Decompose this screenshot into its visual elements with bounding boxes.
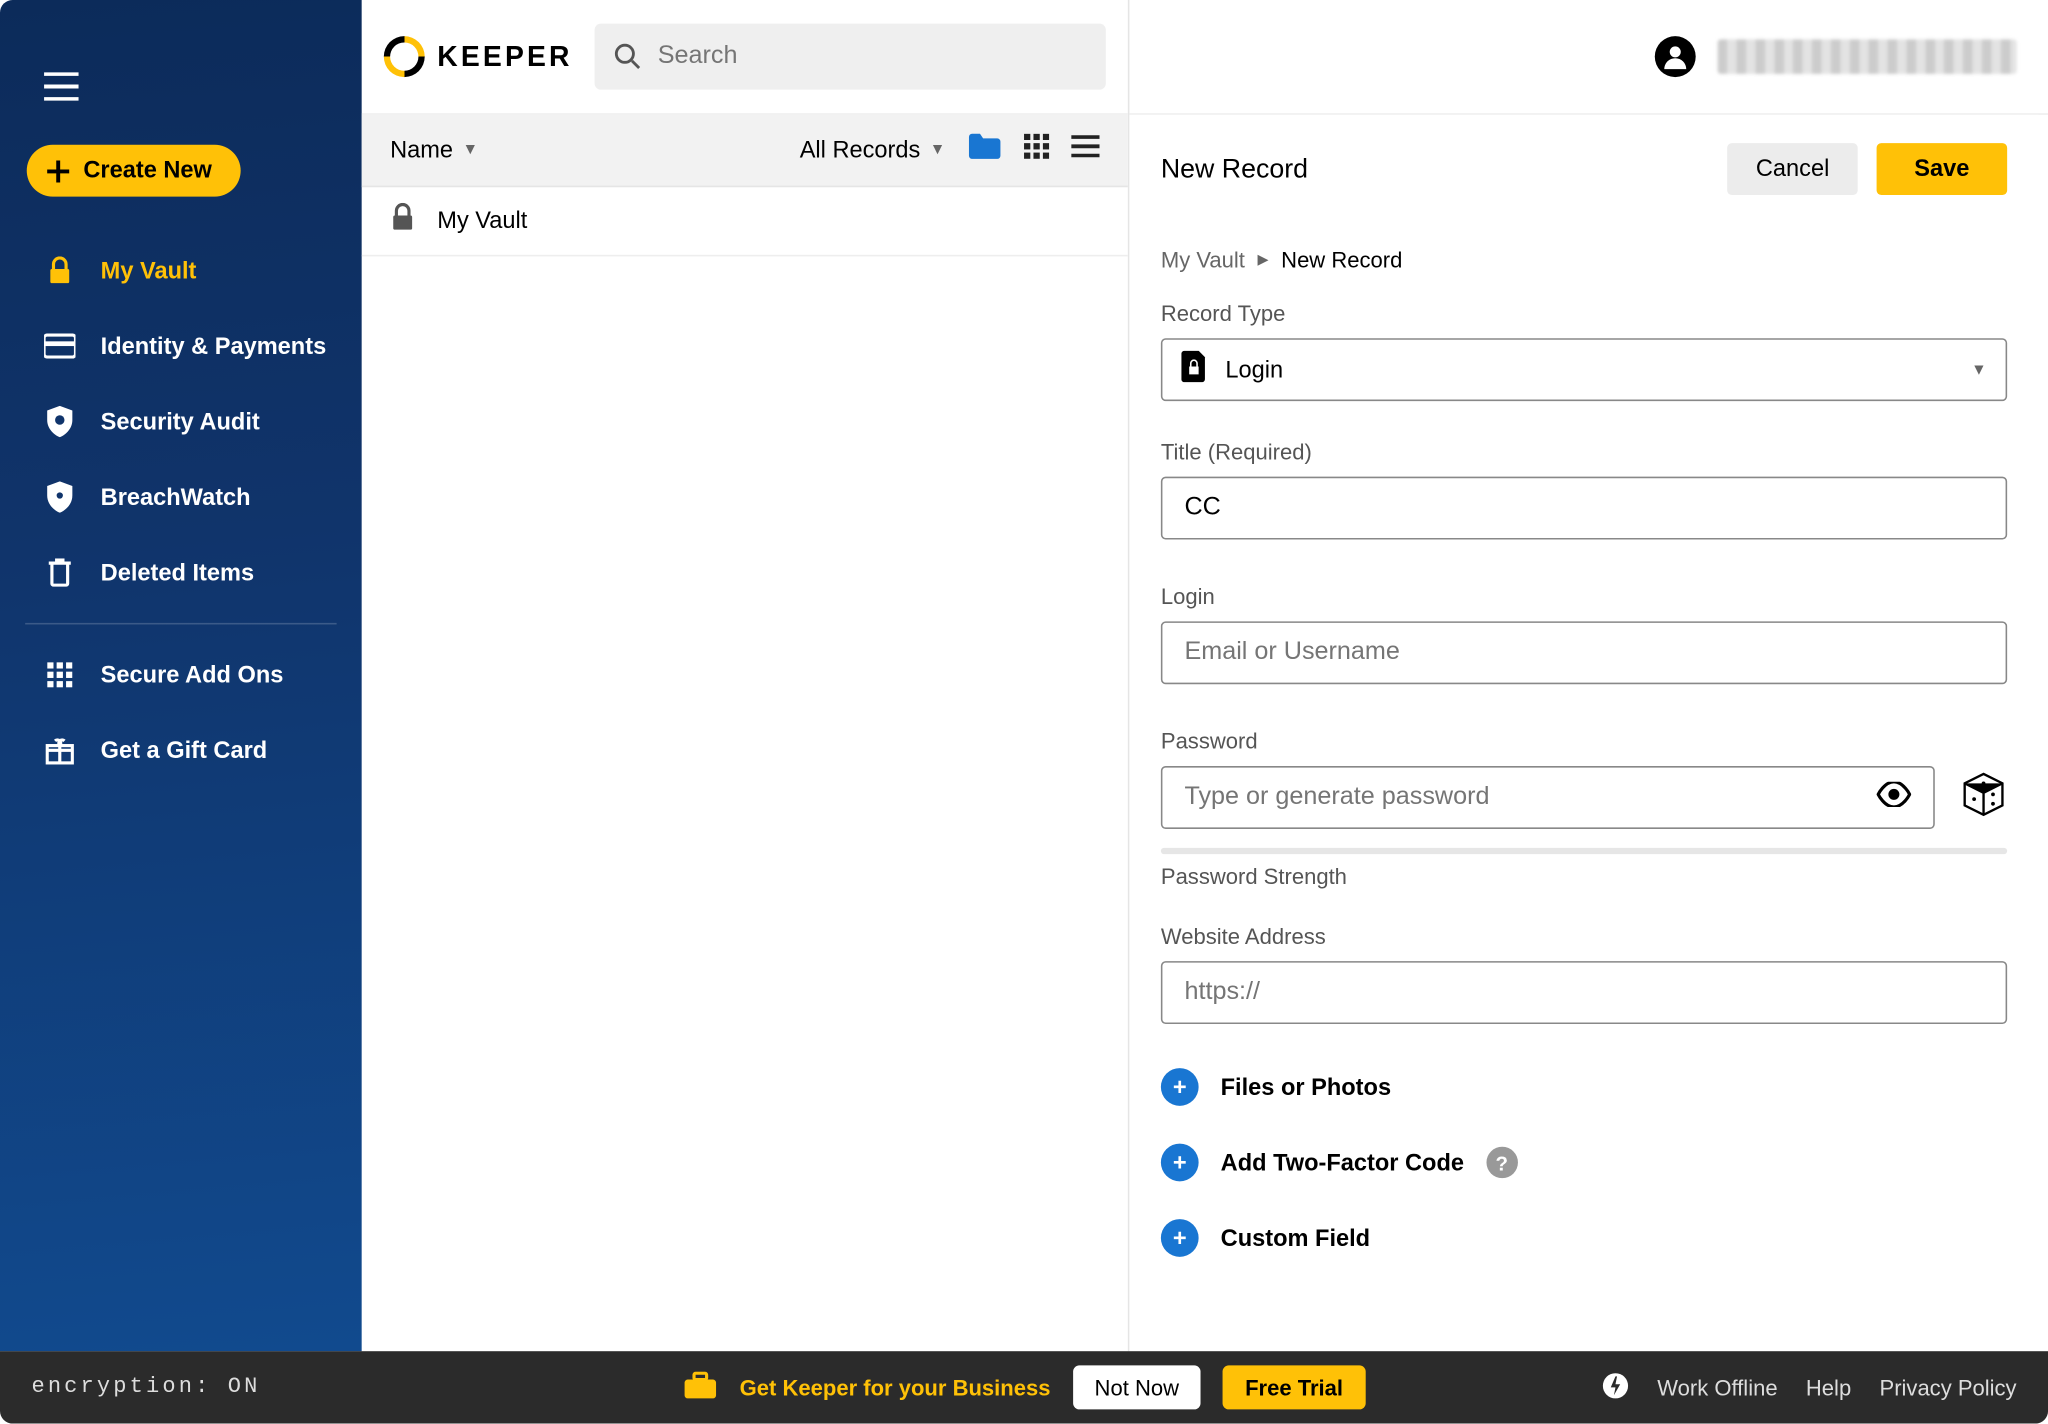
- title-field[interactable]: [1161, 477, 2007, 540]
- create-new-button[interactable]: Create New: [27, 145, 240, 197]
- website-field[interactable]: [1161, 961, 2007, 1024]
- search-input[interactable]: [658, 42, 1087, 70]
- chevron-down-icon: ▼: [930, 142, 946, 159]
- user-email-redacted: [1718, 39, 2017, 74]
- sidebar-item-label: Secure Add Ons: [101, 661, 284, 688]
- record-type-label: Record Type: [1161, 300, 2007, 325]
- filter-label: All Records: [800, 137, 921, 164]
- grid-view-icon[interactable]: [1024, 134, 1049, 167]
- sidebar-item-label: Identity & Payments: [101, 333, 327, 360]
- menu-icon[interactable]: [44, 72, 79, 100]
- add-custom-field-button[interactable]: + Custom Field: [1129, 1200, 2038, 1276]
- briefcase-icon: [683, 1371, 718, 1404]
- sidebar-item-gift[interactable]: Get a Gift Card: [0, 713, 362, 789]
- not-now-button[interactable]: Not Now: [1073, 1365, 1201, 1409]
- chevron-down-icon: ▼: [462, 142, 478, 159]
- add-2fa-label: Add Two-Factor Code: [1221, 1149, 1464, 1176]
- folder-view-icon[interactable]: [967, 132, 1002, 168]
- add-2fa-button[interactable]: + Add Two-Factor Code ?: [1129, 1125, 2038, 1201]
- record-type-value: Login: [1225, 356, 1952, 383]
- sidebar-item-addons[interactable]: Secure Add Ons: [0, 637, 362, 713]
- sidebar-item-label: Deleted Items: [101, 559, 254, 586]
- file-lock-icon: [1181, 351, 1206, 389]
- cancel-button[interactable]: Cancel: [1728, 143, 1858, 195]
- shield-eye-icon: [44, 481, 75, 512]
- topbar-right: [1129, 0, 2048, 115]
- breadcrumb: My Vault ▸ New Record: [1129, 217, 2038, 285]
- help-link[interactable]: Help: [1806, 1375, 1851, 1400]
- breadcrumb-root[interactable]: My Vault: [1161, 246, 1245, 271]
- sidebar-item-identity-payments[interactable]: Identity & Payments: [0, 308, 362, 384]
- filter-dropdown[interactable]: All Records ▼: [800, 137, 946, 164]
- plus-circle-icon: +: [1161, 1068, 1199, 1106]
- add-files-label: Files or Photos: [1221, 1074, 1391, 1101]
- plus-circle-icon: +: [1161, 1219, 1199, 1257]
- breadcrumb-leaf: New Record: [1281, 246, 1402, 271]
- title-label: Title (Required): [1161, 439, 2007, 464]
- card-icon: [44, 330, 75, 361]
- chevron-right-icon: ▸: [1258, 245, 1269, 272]
- plus-icon: [46, 158, 71, 183]
- encryption-status: encryption: ON: [31, 1375, 260, 1400]
- search-field[interactable]: [595, 24, 1106, 90]
- record-type-select[interactable]: Login ▼: [1161, 338, 2007, 401]
- sidebar: Create New My Vault Identity & Payments …: [0, 0, 362, 1351]
- dice-icon[interactable]: [1960, 770, 2007, 825]
- website-label: Website Address: [1161, 923, 2007, 948]
- lock-icon: [390, 203, 415, 239]
- gift-icon: [44, 735, 75, 766]
- record-list-column: KEEPER Name ▼ All Records ▼: [362, 0, 1130, 1351]
- app-name: KEEPER: [437, 40, 572, 73]
- lock-icon: [44, 255, 75, 286]
- add-custom-label: Custom Field: [1221, 1225, 1370, 1252]
- sidebar-item-label: Get a Gift Card: [101, 737, 268, 764]
- sort-label: Name: [390, 137, 453, 164]
- trash-icon: [44, 557, 75, 588]
- help-icon[interactable]: ?: [1486, 1147, 1517, 1178]
- sidebar-item-deleted[interactable]: Deleted Items: [0, 535, 362, 611]
- password-input[interactable]: [1184, 783, 1876, 811]
- login-input[interactable]: [1184, 639, 1983, 667]
- login-label: Login: [1161, 584, 2007, 609]
- avatar[interactable]: [1655, 36, 1696, 77]
- title-input[interactable]: [1184, 494, 1983, 522]
- shield-icon: [44, 406, 75, 437]
- search-icon: [614, 41, 643, 72]
- logo-icon: [384, 36, 425, 77]
- list-item[interactable]: My Vault: [362, 187, 1128, 256]
- list-view-icon[interactable]: [1071, 135, 1099, 165]
- privacy-link[interactable]: Privacy Policy: [1880, 1375, 2017, 1400]
- free-trial-button[interactable]: Free Trial: [1223, 1365, 1365, 1409]
- password-strength-bar: [1161, 848, 2007, 854]
- chevron-down-icon: ▼: [1971, 361, 1987, 378]
- password-strength-label: Password Strength: [1129, 860, 2038, 901]
- panel-title: New Record: [1161, 153, 1709, 184]
- add-files-button[interactable]: + Files or Photos: [1129, 1049, 2038, 1125]
- sort-dropdown[interactable]: Name ▼: [390, 137, 478, 164]
- password-field[interactable]: [1161, 766, 1935, 829]
- eye-icon[interactable]: [1877, 781, 1912, 814]
- status-bar: encryption: ON Get Keeper for your Busin…: [0, 1351, 2048, 1423]
- sidebar-item-security-audit[interactable]: Security Audit: [0, 384, 362, 460]
- sidebar-item-label: BreachWatch: [101, 484, 251, 511]
- business-link[interactable]: Get Keeper for your Business: [740, 1375, 1051, 1400]
- sidebar-item-my-vault[interactable]: My Vault: [0, 233, 362, 309]
- plus-circle-icon: +: [1161, 1144, 1199, 1182]
- login-field[interactable]: [1161, 621, 2007, 684]
- sidebar-divider: [25, 623, 336, 625]
- sidebar-item-breachwatch[interactable]: BreachWatch: [0, 459, 362, 535]
- create-new-label: Create New: [83, 157, 212, 184]
- offline-icon: [1601, 1371, 1629, 1404]
- app-logo: KEEPER: [384, 36, 573, 77]
- password-label: Password: [1161, 728, 2007, 753]
- save-button[interactable]: Save: [1877, 143, 2008, 195]
- work-offline-link[interactable]: Work Offline: [1657, 1375, 1777, 1400]
- list-item-label: My Vault: [437, 208, 527, 235]
- record-detail-panel: New Record Cancel Save My Vault ▸ New Re…: [1129, 115, 2038, 1351]
- sidebar-item-label: Security Audit: [101, 408, 260, 435]
- grid-icon: [44, 659, 75, 690]
- website-input[interactable]: [1184, 978, 1983, 1006]
- sidebar-item-label: My Vault: [101, 257, 197, 284]
